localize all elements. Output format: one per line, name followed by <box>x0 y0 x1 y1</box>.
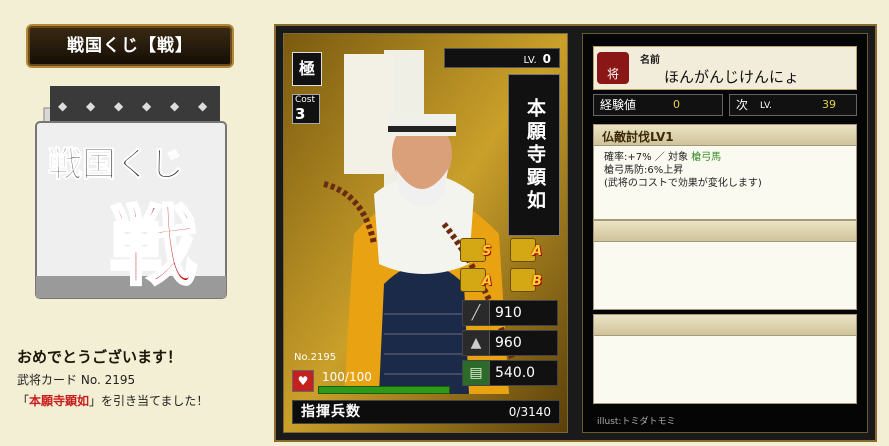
skill-target: 槍弓馬 <box>691 152 722 163</box>
skill-name: 仏敵討伐LV1 <box>602 130 674 144</box>
skill-target-label: ／ 対象 <box>654 152 688 163</box>
aptitude-rank: B <box>532 274 542 289</box>
stat-intelligence: ▤ 540.0 <box>462 360 558 386</box>
stat-defense: ▲ 960 <box>462 330 558 356</box>
card-number: No.2195 <box>294 352 336 363</box>
congrats-message: おめでとうございます！ <box>17 348 183 366</box>
card-front: 極 LV. 0 Cost 3 本願寺顕如 S A A B ╱ 910 ▲ 960 ▤… <box>283 33 568 433</box>
drawn-card-name: 本願寺顕如 <box>29 394 90 408</box>
skill-description: 確率:+7% ／ 対象 槍弓馬 槍弓馬防:6%上昇 (武将のコストで効果が変化し… <box>604 151 762 190</box>
sword-icon: ╱ <box>463 301 490 325</box>
troop-box: 指揮兵数 0/3140 <box>292 400 560 424</box>
skill-rate: 確率:+7% <box>604 152 652 163</box>
stat-defense-value: 960 <box>495 335 522 351</box>
cost-box: Cost 3 <box>292 94 320 124</box>
drawn-card-line: 「本願寺顕如」を引き当てました！ <box>17 392 208 409</box>
stat-intelligence-value: 540.0 <box>495 365 536 381</box>
name-reading: ほんがんじけんにょ <box>664 68 800 86</box>
aptitude-rank: A <box>482 274 493 289</box>
experience-value: 0 <box>673 98 680 111</box>
svg-text:◆: ◆ <box>198 99 208 113</box>
level-box: LV. 0 <box>444 48 560 68</box>
next-value: 39 <box>822 98 836 111</box>
skill-slot-2 <box>593 220 857 310</box>
stat-attack-value: 910 <box>495 305 522 321</box>
general-name: 本願寺顕如 <box>508 74 560 236</box>
card-number-value: 2195 <box>310 352 337 363</box>
svg-text:◆: ◆ <box>58 99 68 113</box>
aptitude-rank: A <box>532 244 543 259</box>
svg-text:◆: ◆ <box>86 99 96 113</box>
experience-box: 経験値 0 <box>593 94 723 116</box>
aptitude-siege: B <box>510 268 542 292</box>
skill-slot-header <box>594 221 856 242</box>
general-icon: 将 <box>597 52 629 84</box>
general-icon-text: 将 <box>606 67 619 81</box>
card-number-label: No. <box>294 352 311 363</box>
card-number-line: 武将カード No. 2195 <box>17 371 135 388</box>
aptitude-footsoldier: S <box>460 238 491 262</box>
name-box: 将 名前 ほんがんじけんにょ <box>593 46 857 90</box>
kuji-book-illustration: ◆ ◆ ◆ ◆ ◆ ◆ 戦国くじ 戦 <box>35 86 227 299</box>
skill-slot-header <box>594 315 856 336</box>
card-detail-panel: 将 名前 ほんがんじけんにょ 経験値 0 次 LV. 39 仏敵討伐LV1 確率… <box>582 33 868 433</box>
next-label: 次 <box>736 98 749 112</box>
skill-line-2: 槍弓馬防:6%上昇 <box>604 165 684 176</box>
aptitude-cavalry: A <box>510 238 542 262</box>
level-value: 0 <box>542 52 551 66</box>
troop-value: 0/3140 <box>508 405 551 419</box>
cost-value: 3 <box>295 105 306 123</box>
rarity-badge: 極 <box>292 52 322 86</box>
kuji-title: 戦国くじ【戦】 <box>26 24 234 68</box>
stat-attack: ╱ 910 <box>462 300 558 326</box>
svg-text:◆: ◆ <box>142 99 152 113</box>
skill-slot-3 <box>593 314 857 404</box>
svg-text:◆: ◆ <box>170 99 180 113</box>
scroll-icon: ▤ <box>463 361 490 385</box>
hp-value: 100/100 <box>322 370 372 384</box>
kuji-big-text: 戦 <box>110 196 196 297</box>
troop-label: 指揮兵数 <box>301 404 361 420</box>
card-line-prefix: 武将カード <box>17 373 78 387</box>
skill-slot-1: 仏敵討伐LV1 確率:+7% ／ 対象 槍弓馬 槍弓馬防:6%上昇 (武将のコス… <box>593 124 857 220</box>
hp-bar <box>318 386 450 394</box>
drawn-suffix: 」を引き当てました！ <box>89 394 209 408</box>
skill-line-1: 確率:+7% ／ 対象 槍弓馬 <box>604 151 762 164</box>
cost-label: Cost <box>295 95 316 105</box>
aptitude-archer: A <box>460 268 492 292</box>
svg-text:◆: ◆ <box>114 99 124 113</box>
next-level-box: 次 LV. 39 <box>729 94 857 116</box>
kuji-small-text: 戦国くじ <box>48 145 184 185</box>
quote-open: 「 <box>17 394 30 408</box>
illustrator-credit: illust:トミダトモミ <box>597 417 676 427</box>
skill-line-3: (武将のコストで効果が変化します) <box>604 178 762 189</box>
card-line-number: No. 2195 <box>80 373 136 387</box>
heart-icon: ♥ <box>292 370 314 392</box>
aptitude-rank: S <box>482 244 492 259</box>
next-lv-label: LV. <box>760 101 772 111</box>
helmet-icon: ▲ <box>463 331 490 355</box>
level-label: LV. <box>523 55 537 66</box>
name-label: 名前 <box>640 55 660 66</box>
experience-label: 経験値 <box>600 98 637 112</box>
